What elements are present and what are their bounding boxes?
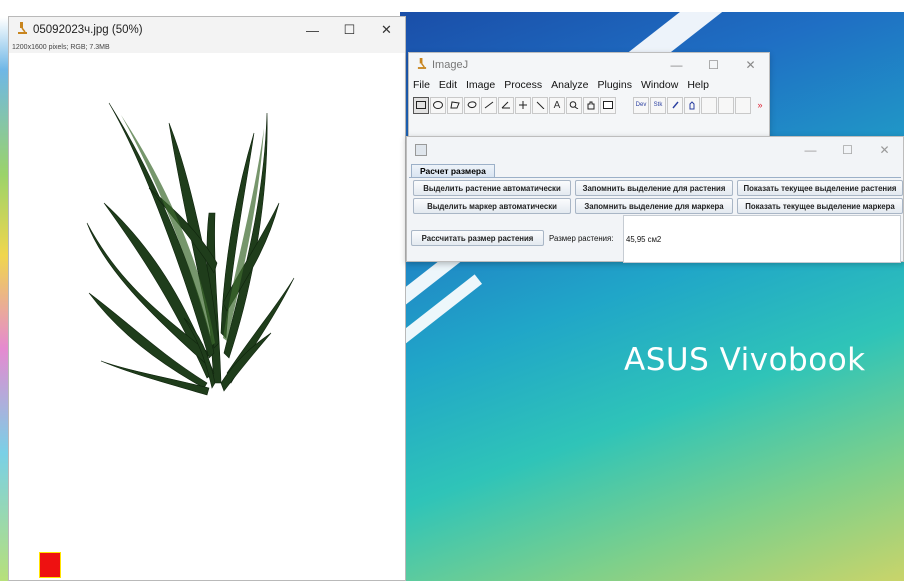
stack-tools-icon[interactable]: Stk xyxy=(650,96,666,114)
image-window-titlebar[interactable]: 05092023ч.jpg (50%) — ☐ ✕ xyxy=(9,17,405,43)
save-marker-selection-button[interactable]: Запомнить выделение для маркера xyxy=(575,198,733,214)
empty-tool-slot[interactable] xyxy=(735,96,751,114)
wand-tool-icon[interactable] xyxy=(532,96,548,114)
magnifier-tool-icon[interactable] xyxy=(566,96,582,114)
toolbar-switch-icon[interactable]: » xyxy=(752,97,768,114)
image-info-text: 1200x1600 pixels; RGB; 7.3MB xyxy=(9,43,405,53)
auto-select-plant-button[interactable]: Выделить растение автоматически xyxy=(413,180,571,196)
plant-size-label: Размер растения: xyxy=(549,234,614,243)
menu-help[interactable]: Help xyxy=(687,79,709,91)
tab-size-calculation[interactable]: Расчет размера xyxy=(411,164,495,178)
empty-tool-slot[interactable] xyxy=(701,96,717,114)
menu-process[interactable]: Process xyxy=(504,79,542,91)
plant-size-plugin-window[interactable]: — ☐ ✕ Расчет размера Выделить растение а… xyxy=(406,136,904,263)
imagej-microscope-icon xyxy=(17,21,28,39)
freehand-tool-icon[interactable] xyxy=(464,96,480,114)
auto-select-marker-button[interactable]: Выделить маркер автоматически xyxy=(413,198,571,214)
save-plant-selection-button[interactable]: Запомнить выделение для растения xyxy=(575,180,733,196)
image-window-title: 05092023ч.jpg (50%) xyxy=(33,24,143,36)
minimize-button[interactable]: — xyxy=(792,137,829,163)
color-picker-tool-icon[interactable] xyxy=(600,96,616,114)
imagej-titlebar[interactable]: ImageJ — ☐ ✕ xyxy=(409,53,769,77)
show-marker-selection-button[interactable]: Показать текущее выделение маркера xyxy=(737,198,903,214)
text-tool-icon[interactable]: A xyxy=(549,96,565,114)
wallpaper-brand-text: ASUS Vivobook xyxy=(624,342,866,378)
angle-tool-icon[interactable] xyxy=(498,96,514,114)
plant-size-value: 45,95 см2 xyxy=(626,235,662,244)
show-plant-selection-button[interactable]: Показать текущее выделение растения xyxy=(737,180,903,196)
java-app-icon xyxy=(415,144,427,156)
oval-tool-icon[interactable] xyxy=(430,96,446,114)
plugin-titlebar[interactable]: — ☐ ✕ xyxy=(407,137,903,163)
maximize-button[interactable]: ☐ xyxy=(695,53,732,77)
close-button[interactable]: ✕ xyxy=(732,53,769,77)
rectangle-tool-icon[interactable] xyxy=(413,96,429,114)
plugin-tabstrip: Расчет размера xyxy=(407,163,903,178)
polygon-tool-icon[interactable] xyxy=(447,96,463,114)
desktop: ASUS Vivobook 05092023ч.jpg (50%) — ☐ ✕ … xyxy=(0,0,904,581)
imagej-toolbar: A Dev Stk » xyxy=(409,95,769,115)
image-window[interactable]: 05092023ч.jpg (50%) — ☐ ✕ 1200x1600 pixe… xyxy=(8,16,406,581)
menu-file[interactable]: File xyxy=(413,79,430,91)
brush-tool-icon[interactable] xyxy=(667,96,683,114)
imagej-title: ImageJ xyxy=(432,59,469,71)
image-canvas[interactable] xyxy=(9,53,405,580)
minimize-button[interactable]: — xyxy=(658,53,695,77)
close-button[interactable]: ✕ xyxy=(368,17,405,43)
red-marker-square[interactable] xyxy=(39,552,61,578)
imagej-microscope-icon xyxy=(417,56,427,74)
menu-image[interactable]: Image xyxy=(466,79,495,91)
empty-tool-slot[interactable] xyxy=(718,96,734,114)
imagej-main-window[interactable]: ImageJ — ☐ ✕ File Edit Image Process Ana… xyxy=(408,52,770,139)
calculate-plant-size-button[interactable]: Рассчитать размер растения xyxy=(411,230,544,246)
plant-image xyxy=(86,102,295,396)
minimize-button[interactable]: — xyxy=(294,17,331,43)
point-tool-icon[interactable] xyxy=(515,96,531,114)
tab-panel: Выделить растение автоматически Запомнит… xyxy=(409,177,903,263)
menu-analyze[interactable]: Analyze xyxy=(551,79,588,91)
menu-window[interactable]: Window xyxy=(641,79,678,91)
plant-size-output[interactable]: 45,95 см2 xyxy=(623,215,901,263)
close-button[interactable]: ✕ xyxy=(866,137,903,163)
menu-edit[interactable]: Edit xyxy=(439,79,457,91)
pointer-hand-icon[interactable] xyxy=(684,96,700,114)
imagej-menubar: File Edit Image Process Analyze Plugins … xyxy=(409,77,769,93)
hand-tool-icon[interactable] xyxy=(583,96,599,114)
developer-menu-icon[interactable]: Dev xyxy=(633,96,649,114)
line-tool-icon[interactable] xyxy=(481,96,497,114)
maximize-button[interactable]: ☐ xyxy=(829,137,866,163)
maximize-button[interactable]: ☐ xyxy=(331,17,368,43)
menu-plugins[interactable]: Plugins xyxy=(598,79,632,91)
